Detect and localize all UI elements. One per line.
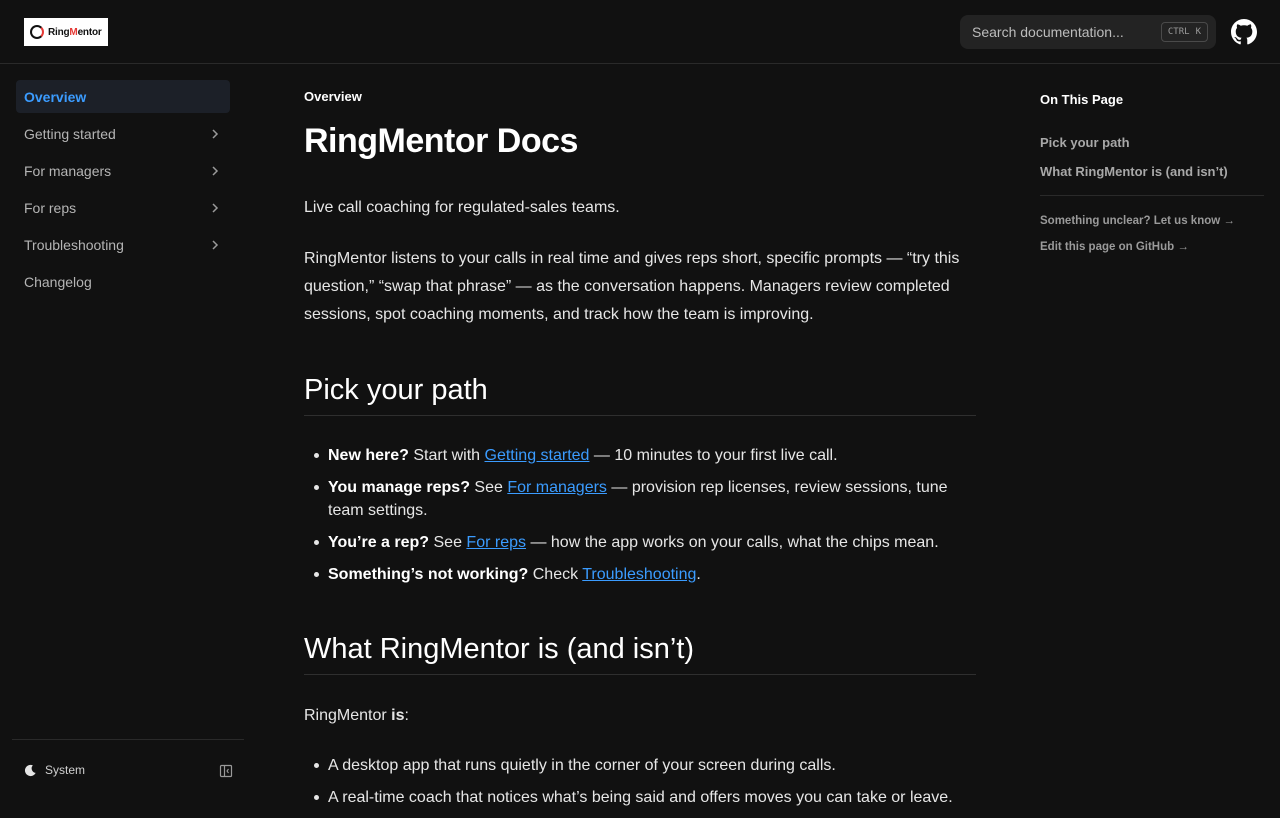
- toc-divider: [1040, 195, 1264, 196]
- logo-text: RingMentor: [48, 26, 102, 38]
- what-it-is-list: A desktop app that runs quietly in the c…: [304, 754, 976, 818]
- breadcrumb: Overview: [304, 89, 362, 104]
- toc-link-what-ringmentor-is[interactable]: What RingMentor is (and isn’t): [1040, 164, 1228, 179]
- feedback-link[interactable]: Something unclear? Let us know →: [1040, 215, 1235, 227]
- logo-mark-icon: [30, 25, 44, 39]
- github-icon[interactable]: [1231, 19, 1257, 45]
- moon-icon: [24, 764, 36, 776]
- chevron-right-icon: [212, 239, 219, 250]
- search-placeholder: Search documentation...: [972, 24, 1124, 40]
- chevron-right-icon: [212, 165, 219, 176]
- link-getting-started[interactable]: Getting started: [485, 447, 590, 464]
- toc-title: On This Page: [1040, 92, 1124, 107]
- chevron-right-icon: [212, 128, 219, 139]
- sidebar-item-getting-started[interactable]: Getting started: [16, 117, 230, 150]
- toc-link-pick-your-path[interactable]: Pick your path: [1040, 135, 1130, 150]
- page-title: RingMentor Docs: [304, 122, 578, 160]
- intro-paragraph: RingMentor listens to your calls in real…: [304, 250, 960, 323]
- search-shortcut-badge: CTRL K: [1160, 22, 1208, 42]
- section-heading-what-ringmentor-is: What RingMentor is (and isn’t): [304, 633, 976, 675]
- list-item: New here? Start with Getting started — 1…: [304, 444, 976, 467]
- sidebar-item-overview[interactable]: Overview: [16, 80, 230, 113]
- ringmentor-logo[interactable]: RingMentor: [24, 18, 108, 46]
- list-item: A real-time coach that notices what’s be…: [304, 786, 976, 809]
- tagline: Live call coaching for regulated-sales t…: [304, 199, 620, 216]
- section-heading-pick-your-path: Pick your path: [304, 374, 976, 416]
- link-for-reps[interactable]: For reps: [466, 534, 526, 551]
- link-troubleshooting[interactable]: Troubleshooting: [582, 566, 696, 583]
- pick-your-path-list: New here? Start with Getting started — 1…: [304, 444, 976, 595]
- is-lead: RingMentor is:: [304, 707, 409, 724]
- sidebar-item-changelog[interactable]: Changelog: [16, 265, 230, 298]
- chevron-right-icon: [212, 202, 219, 213]
- list-item: A desktop app that runs quietly in the c…: [304, 754, 976, 777]
- list-item: Something’s not working? Check Troublesh…: [304, 563, 976, 586]
- link-for-managers[interactable]: For managers: [507, 479, 607, 496]
- sidebar-collapse-icon[interactable]: [219, 764, 233, 778]
- sidebar: Overview Getting started For managers Fo…: [0, 64, 244, 800]
- search-input[interactable]: Search documentation... CTRL K: [960, 15, 1216, 49]
- on-this-page-panel: On This Page Pick your path What RingMen…: [1024, 64, 1280, 304]
- sidebar-item-troubleshooting[interactable]: Troubleshooting: [16, 228, 230, 261]
- edit-on-github-link[interactable]: Edit this page on GitHub →: [1040, 241, 1189, 253]
- sidebar-item-for-reps[interactable]: For reps: [16, 191, 230, 224]
- sidebar-item-for-managers[interactable]: For managers: [16, 154, 230, 187]
- sidebar-footer: System: [12, 739, 244, 800]
- theme-toggle[interactable]: System: [24, 763, 85, 777]
- list-item: You manage reps? See For managers — prov…: [304, 476, 976, 522]
- top-header: RingMentor Search documentation... CTRL …: [0, 0, 1280, 64]
- list-item: You’re a rep? See For reps — how the app…: [304, 531, 976, 554]
